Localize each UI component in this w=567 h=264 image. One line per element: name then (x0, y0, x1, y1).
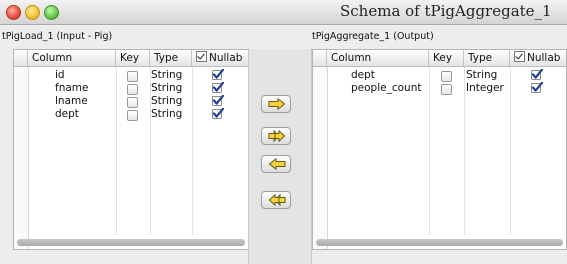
column-name-cell[interactable]: dept (55, 108, 79, 121)
nullable-checkbox[interactable] (531, 82, 543, 94)
column-name-cell[interactable]: people_count (351, 82, 421, 95)
key-checkbox[interactable] (127, 97, 138, 108)
output-horizontal-scrollbar[interactable] (316, 239, 563, 246)
select-all-checkbox[interactable] (514, 51, 525, 62)
nullable-checkbox[interactable] (212, 82, 224, 94)
zoom-window-button[interactable] (44, 5, 59, 20)
table-row[interactable]: fname String (14, 82, 248, 95)
table-row[interactable]: id String (14, 69, 248, 82)
minimize-window-button[interactable] (25, 5, 40, 20)
arrow-left-icon (268, 158, 286, 170)
table-row[interactable]: dept String (14, 108, 248, 121)
arrow-right-icon (268, 98, 286, 110)
key-checkbox[interactable] (127, 84, 138, 95)
output-header-type[interactable]: Type (464, 50, 510, 66)
type-cell[interactable]: String (151, 82, 182, 95)
input-schema-label: tPigLoad_1 (Input - Pig) (2, 31, 113, 42)
output-header-column[interactable]: Column (327, 50, 429, 66)
table-row[interactable]: dept String (313, 69, 566, 82)
column-name-cell[interactable]: dept (351, 69, 375, 82)
column-name-cell[interactable]: id (55, 69, 65, 82)
output-table-header: Column Key Type Nullab (313, 50, 566, 67)
nullable-checkbox[interactable] (212, 69, 224, 81)
column-name-cell[interactable]: lname (55, 95, 88, 108)
input-table-header: Column Key Type Nullab (14, 50, 248, 67)
nullable-checkbox[interactable] (212, 95, 224, 107)
key-checkbox[interactable] (127, 110, 138, 121)
input-horizontal-scrollbar[interactable] (17, 239, 245, 246)
select-all-checkbox[interactable] (196, 51, 207, 62)
window-title: Schema of tPigAggregate_1 (340, 2, 552, 20)
key-checkbox[interactable] (441, 71, 452, 82)
nullable-checkbox[interactable] (212, 108, 224, 120)
output-schema-label: tPigAggregate_1 (Output) (312, 31, 434, 42)
copy-selected-right-button[interactable] (261, 95, 291, 113)
input-header-nullable[interactable]: Nullab (192, 50, 248, 66)
column-name-cell[interactable]: fname (55, 82, 88, 95)
table-row[interactable]: people_count Integer (313, 82, 566, 95)
copy-all-left-button[interactable] (261, 191, 291, 209)
nullable-checkbox[interactable] (531, 69, 543, 81)
input-header-key[interactable]: Key (116, 50, 150, 66)
output-header-nullable[interactable]: Nullab (510, 50, 566, 66)
type-cell[interactable]: String (466, 69, 497, 82)
copy-all-right-button[interactable] (261, 127, 291, 145)
input-header-nullable-label: Nullab (209, 52, 243, 64)
input-schema-table[interactable]: Column Key Type Nullab id String fname Stri… (13, 49, 249, 250)
output-schema-table[interactable]: Column Key Type Nullab dept String people_… (312, 49, 567, 250)
output-header-nullable-label: Nullab (527, 52, 561, 64)
key-checkbox[interactable] (441, 84, 452, 95)
output-header-key[interactable]: Key (429, 50, 464, 66)
input-header-column[interactable]: Column (28, 50, 116, 66)
type-cell[interactable]: Integer (466, 82, 504, 95)
copy-selected-left-button[interactable] (261, 155, 291, 173)
title-bar: Schema of tPigAggregate_1 (0, 0, 567, 25)
table-row[interactable]: lname String (14, 95, 248, 108)
key-checkbox[interactable] (127, 71, 138, 82)
input-header-type[interactable]: Type (150, 50, 192, 66)
transfer-button-panel (248, 49, 312, 264)
type-cell[interactable]: String (151, 95, 182, 108)
double-arrow-right-icon (268, 130, 286, 142)
type-cell[interactable]: String (151, 108, 182, 121)
close-window-button[interactable] (6, 5, 21, 20)
double-arrow-left-icon (268, 194, 286, 206)
type-cell[interactable]: String (151, 69, 182, 82)
